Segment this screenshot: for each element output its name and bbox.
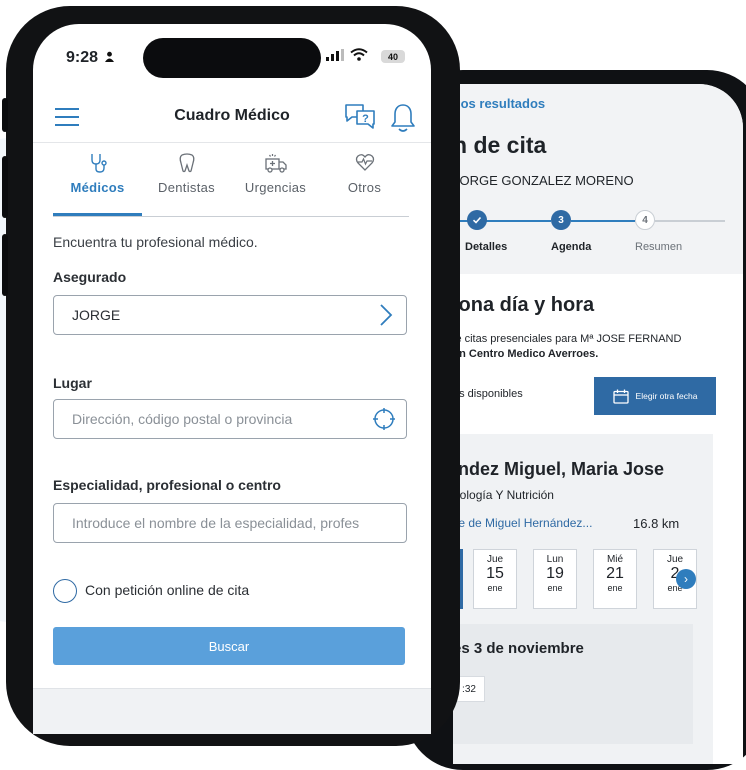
battery-icon: 40 [381,50,405,63]
choose-other-date-button[interactable]: Elegir otra fecha [594,377,716,415]
appointment-title: n de cita [453,132,547,158]
ambulance-icon [264,154,287,173]
signal-icon [326,49,344,61]
tab-medicos[interactable]: Médicos [53,152,142,216]
tab-dentistas[interactable]: Dentistas [142,152,231,216]
active-tab-indicator [53,213,142,216]
next-days-icon[interactable]: › [676,569,696,589]
day-option[interactable]: Lun 19 ene [533,549,577,609]
wifi-icon [350,48,368,61]
doctor-name: ındez Miguel, Maria Jose [453,459,665,479]
day-weekday: Mié [606,554,624,565]
day-weekday: Lun [546,554,564,565]
step-line [655,220,725,222]
day-weekday: Jue [486,554,504,565]
doctor-address-link[interactable]: lle de Miguel Hernández... [453,516,592,530]
step-label-agenda: Agenda [551,241,592,253]
front-phone-screen: 9:28 40 Cuadro Médico ? Médicos Dentista… [33,24,431,734]
schedule-section: iona día y hora le citas presenciales pa… [453,274,743,764]
signal-wifi-icons [326,48,368,64]
heart-pulse-icon [355,154,374,171]
search-button[interactable]: Buscar [53,627,405,665]
especialidad-label: Especialidad, profesional o centro [53,477,281,493]
lugar-label: Lugar [53,375,92,391]
choose-other-date-label: Elegir otra fecha [635,391,698,401]
status-time: 9:28 [66,49,115,67]
day-number: 15 [486,565,504,582]
day-number: 21 [606,565,624,582]
day-month: ene [487,583,503,593]
description-line: le citas presenciales para Mª JOSE FERNA… [453,333,682,345]
stethoscope-icon [90,154,107,173]
tooth-icon [179,153,194,173]
location-target-icon[interactable] [372,407,396,431]
tab-label: Dentistas [158,180,215,195]
notifications-bell-icon[interactable] [389,102,417,134]
progress-stepper: 3 4 Detalles Agenda Resumen [453,210,743,260]
battery-level: 40 [387,51,398,62]
tab-urgencias[interactable]: Urgencias [231,152,320,216]
day-weekday: Jue [666,554,684,565]
intro-text: Encuentra tu profesional médico. [53,234,258,250]
side-button [2,234,8,296]
side-button [2,156,8,218]
front-phone: 9:28 40 Cuadro Médico ? Médicos Dentista… [2,6,460,746]
status-time-text: 9:28 [66,49,99,66]
especialidad-input[interactable]: Introduce el nombre de la especialidad, … [53,503,407,543]
online-appointment-radio[interactable] [53,579,77,603]
app-header: Cuadro Médico ? [33,94,431,143]
step-label-details: Detalles [465,241,508,253]
svg-text:?: ? [362,113,369,125]
tab-otros[interactable]: Otros [320,152,409,216]
search-button-label: Buscar [208,638,250,654]
doctor-card: ındez Miguel, Maria Jose nología Y Nutri… [453,434,713,764]
asegurado-select[interactable]: JORGE [53,295,407,335]
dynamic-island [143,38,321,78]
step-done-icon [467,210,487,230]
calendar-icon [612,389,629,404]
day-month: ene [607,583,623,593]
category-tabs: Médicos Dentistas Urgencias Otros [53,152,409,217]
especialidad-placeholder: Introduce el nombre de la especialidad, … [72,515,360,531]
day-option[interactable]: Jue 15 ene [473,549,517,609]
status-bar: 9:28 40 [33,24,431,94]
step-current: 3 [551,210,571,230]
online-appointment-label: Con petición online de cita [85,582,250,598]
section-title: iona día y hora [453,294,595,316]
time-slots: es 3 de noviembre :32 [453,624,693,744]
asegurado-label: Asegurado [53,269,127,285]
tab-label: Urgencias [244,180,307,195]
tab-label: Otros [347,180,382,195]
lugar-input[interactable]: Dirección, código postal o provincia [53,399,407,439]
appointment-header: los resultados n de cita JORGE GONZALEZ … [453,84,743,274]
day-option[interactable]: Mié 21 ene [593,549,637,609]
doctor-specialty: nología Y Nutrición [453,488,554,502]
bottom-bar [33,688,431,734]
lugar-placeholder: Dirección, código postal o provincia [72,411,293,427]
day-number: 19 [546,565,564,582]
help-chat-icon[interactable]: ? [343,102,377,132]
description-line: en Centro Medico Averroes. [453,348,599,360]
person-icon [105,51,115,62]
day-month: ene [547,583,563,593]
step-pending: 4 [635,210,655,230]
tab-label: Médicos [70,180,125,195]
step-line [483,220,551,222]
back-to-results-link[interactable]: los resultados [457,96,545,111]
chevron-right-icon [380,304,393,326]
step-label-summary: Resumen [635,241,683,253]
side-button [2,98,8,132]
section-description: le citas presenciales para Mª JOSE FERNA… [453,332,723,362]
available-dates-label: as disponibles [453,388,523,400]
patient-name: JORGE GONZALEZ MORENO [453,173,634,188]
step-line [571,220,635,222]
slot-day-title: es 3 de noviembre [453,640,584,657]
back-phone-screen: los resultados n de cita JORGE GONZALEZ … [453,84,743,764]
doctor-distance: 16.8 km [633,516,680,531]
asegurado-value: JORGE [72,307,121,323]
